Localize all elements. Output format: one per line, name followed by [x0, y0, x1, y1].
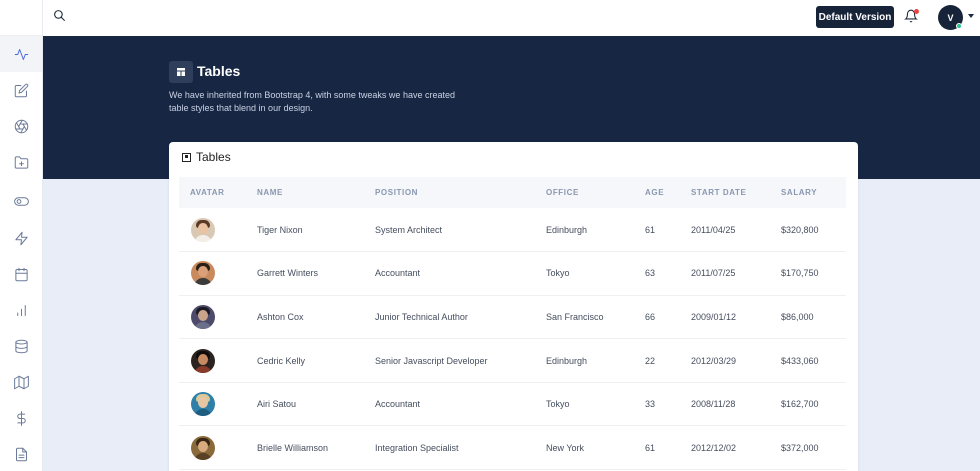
bar-chart-icon	[16, 304, 26, 316]
cell-office: New York	[546, 442, 585, 453]
sidebar-item-maps[interactable]	[0, 364, 42, 400]
cell-start-date: 2011/07/25	[691, 268, 736, 279]
column-header-name[interactable]: NAME	[246, 177, 364, 208]
cell-age: 61	[645, 224, 656, 235]
square-icon	[182, 152, 191, 162]
cell-start-date: 2011/04/25	[691, 224, 736, 235]
notification-badge	[914, 9, 919, 14]
column-header-salary[interactable]: SALARY	[770, 177, 846, 208]
avatar	[191, 392, 215, 417]
search-icon	[54, 10, 65, 21]
column-header-start-date[interactable]: START DATE	[680, 177, 770, 208]
avatar	[191, 304, 215, 329]
table-row[interactable]: Brielle Williamson Integration Specialis…	[179, 426, 846, 470]
cell-age: 22	[645, 355, 656, 366]
table-icon	[169, 61, 193, 83]
zap-icon	[14, 231, 28, 245]
cell-salary: $162,700	[781, 399, 819, 410]
sidebar-item-actions[interactable]	[0, 220, 42, 256]
cell-position: Accountant	[375, 399, 421, 410]
sidebar-item-dashboard[interactable]	[0, 36, 42, 72]
cell-salary: $320,800	[781, 224, 819, 235]
tables-card: Tables AVATAR NAME POSITION OFFICE AGE S…	[169, 142, 858, 471]
map-icon	[13, 375, 29, 389]
cell-name: Airi Satou	[257, 399, 297, 410]
cell-position: Accountant	[375, 268, 421, 279]
card-title: Tables	[196, 150, 231, 164]
table-row[interactable]: Cedric Kelly Senior Javascript Developer…	[179, 339, 846, 383]
sidebar	[0, 0, 43, 471]
sidebar-item-charts[interactable]	[0, 292, 42, 328]
table-row[interactable]: Airi Satou Accountant Tokyo 33 2008/11/2…	[179, 382, 846, 426]
column-header-age[interactable]: AGE	[634, 177, 680, 208]
sidebar-item-database[interactable]	[0, 328, 42, 364]
sidebar-item-pricing[interactable]	[0, 400, 42, 436]
cell-position: System Architect	[375, 224, 443, 235]
cell-age: 66	[645, 311, 656, 322]
cell-office: Tokyo	[546, 268, 570, 279]
sidebar-item-components[interactable]	[0, 108, 42, 144]
cell-start-date: 2009/01/12	[691, 311, 737, 322]
card-header: Tables	[182, 150, 231, 164]
avatar	[191, 435, 215, 460]
version-button[interactable]: Default Version	[816, 6, 894, 28]
page-title: Tables	[197, 63, 241, 79]
sidebar-item-calendar[interactable]	[0, 256, 42, 292]
sidebar-item-files[interactable]	[0, 144, 42, 180]
database-icon	[14, 339, 28, 353]
page-description: We have inherited from Bootstrap 4, with…	[169, 90, 455, 113]
sidebar-logo-area	[0, 0, 42, 36]
column-header-position[interactable]: POSITION	[364, 177, 535, 208]
cell-salary: $170,750	[781, 268, 819, 279]
cell-position: Junior Technical Author	[375, 311, 468, 322]
cell-office: Tokyo	[546, 399, 570, 410]
cell-name: Tiger Nixon	[257, 224, 303, 235]
top-bar: Default Version V	[43, 0, 980, 36]
folder-plus-icon	[14, 155, 28, 169]
cell-name: Cedric Kelly	[257, 355, 306, 366]
sidebar-item-forms[interactable]	[0, 72, 42, 108]
file-text-icon	[15, 447, 27, 461]
cell-salary: $433,060	[781, 355, 819, 366]
activity-icon	[14, 48, 28, 60]
cell-office: San Francisco	[546, 311, 604, 322]
table-row[interactable]: Ashton Cox Junior Technical Author San F…	[179, 295, 846, 339]
aperture-icon	[14, 119, 28, 133]
search-button[interactable]	[53, 9, 69, 25]
cell-name: Garrett Winters	[257, 268, 319, 279]
table-header-row: AVATAR NAME POSITION OFFICE AGE START DA…	[179, 177, 846, 208]
cell-name: Ashton Cox	[257, 311, 304, 322]
data-table: AVATAR NAME POSITION OFFICE AGE START DA…	[179, 177, 846, 470]
dollar-icon	[16, 410, 26, 426]
chevron-down-icon[interactable]	[968, 14, 974, 18]
cell-office: Edinburgh	[546, 224, 588, 235]
calendar-icon	[14, 267, 28, 281]
cell-start-date: 2012/03/29	[691, 355, 737, 366]
cell-start-date: 2012/12/02	[691, 442, 737, 453]
cell-position: Senior Javascript Developer	[375, 355, 488, 366]
toggle-icon	[13, 196, 29, 206]
cell-start-date: 2008/11/28	[691, 399, 736, 410]
table-row[interactable]: Garrett Winters Accountant Tokyo 63 2011…	[179, 252, 846, 296]
cell-salary: $372,000	[781, 442, 819, 453]
cell-age: 63	[645, 268, 656, 279]
avatar	[191, 261, 215, 286]
table-row[interactable]: Tiger Nixon System Architect Edinburgh 6…	[179, 208, 846, 252]
notifications-button[interactable]	[904, 9, 920, 25]
cell-name: Brielle Williamson	[257, 442, 329, 453]
column-header-office[interactable]: OFFICE	[535, 177, 634, 208]
column-header-avatar[interactable]: AVATAR	[179, 177, 246, 208]
avatar	[191, 348, 215, 373]
avatar	[191, 217, 215, 242]
cell-age: 61	[645, 442, 656, 453]
cell-office: Edinburgh	[546, 355, 588, 366]
cell-position: Integration Specialist	[375, 442, 459, 453]
edit-icon	[14, 83, 28, 97]
sidebar-item-documents[interactable]	[0, 436, 42, 471]
cell-salary: $86,000	[781, 311, 814, 322]
cell-age: 33	[645, 399, 656, 410]
online-status-dot	[956, 23, 962, 29]
sidebar-item-toggles[interactable]	[0, 183, 42, 219]
